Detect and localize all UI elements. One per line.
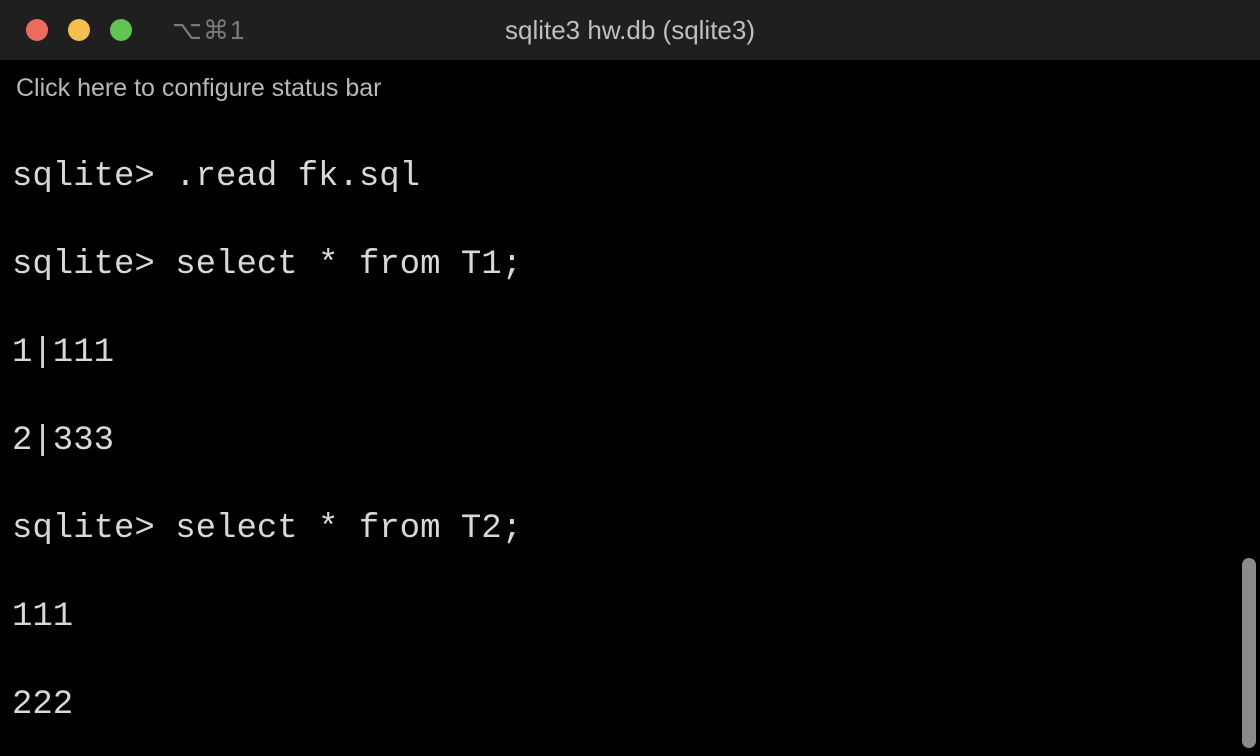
command-text: select * from T1; <box>175 246 522 284</box>
prompt: sqlite> <box>12 158 175 196</box>
scrollbar-thumb[interactable] <box>1242 558 1256 748</box>
window-controls <box>26 19 132 41</box>
scrollbar-track[interactable] <box>1238 70 1256 748</box>
terminal-line: 2|333 <box>12 419 1260 463</box>
prompt: sqlite> <box>12 510 175 548</box>
terminal-line: sqlite> .read fk.sql <box>12 155 1260 199</box>
terminal-line: 222 <box>12 683 1260 727</box>
minimize-window-button[interactable] <box>68 19 90 41</box>
terminal-line: 1|111 <box>12 331 1260 375</box>
zoom-window-button[interactable] <box>110 19 132 41</box>
shortcut-label: ⌥⌘1 <box>172 15 245 46</box>
terminal-line: 111 <box>12 595 1260 639</box>
terminal-line: sqlite> select * from T1; <box>12 243 1260 287</box>
terminal-line: sqlite> select * from T2; <box>12 507 1260 551</box>
prompt: sqlite> <box>12 246 175 284</box>
title-bar: ⌥⌘1 sqlite3 hw.db (sqlite3) <box>0 0 1260 60</box>
terminal-output[interactable]: sqlite> .read fk.sql sqlite> select * fr… <box>0 109 1260 756</box>
command-text: .read fk.sql <box>175 158 420 196</box>
close-window-button[interactable] <box>26 19 48 41</box>
status-bar-config-link[interactable]: Click here to configure status bar <box>0 60 1260 109</box>
command-text: select * from T2; <box>175 510 522 548</box>
